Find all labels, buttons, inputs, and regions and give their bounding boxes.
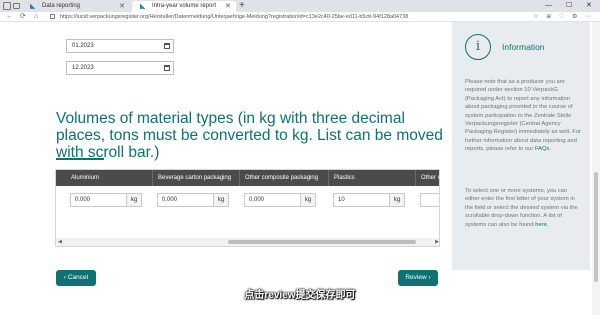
unit-label: kg [389,193,405,207]
end-date-value: 12.2023 [72,65,94,71]
end-date-field[interactable]: 12.2023 [66,61,174,75]
browser-toolbar-icons[interactable]: ☆ ⊕ ♡ ⚙ ⋯ [533,12,594,22]
window-menu-icon[interactable] [3,2,11,10]
info-paragraph-systems: To select one or more systems, you can e… [465,188,578,228]
maximize-button[interactable]: ☐ [566,0,572,12]
column-header-aluminium: Aluminium [71,175,100,181]
start-date-field[interactable]: 01.2023 [66,39,174,53]
cancel-button[interactable]: ‹ Cancel [56,270,96,286]
systems-list-link[interactable]: here [535,222,547,228]
video-subtitle: 点击review提交保存即可 [244,290,356,301]
calendar-icon[interactable] [164,43,170,49]
unit-label: kg [300,193,316,207]
beverage-carton-input[interactable]: 0.000 [157,193,214,207]
site-favicon-icon: ◣ [140,3,146,10]
table-horizontal-scrollbar[interactable]: ◀ ▶ [56,238,439,246]
title-underline [56,158,104,160]
other-composite-input[interactable]: 0.000 [244,193,301,207]
browser-tab-bar: ◣ Data reporting ✕ ◣ Intra-year volume r… [0,0,600,12]
scrollbar-thumb[interactable] [228,240,416,244]
other-materials-input[interactable] [420,193,439,207]
lock-icon [50,14,55,19]
browser-tab-data-reporting[interactable]: ◣ Data reporting ✕ [22,1,130,12]
column-header-plastics: Plastics [328,170,416,186]
info-paragraph-reporting: Please note that as a producer you are r… [465,79,581,153]
page-vertical-scrollbar[interactable] [592,22,600,315]
aluminium-input[interactable]: 0.000 [70,193,127,207]
tab-close-icon[interactable]: ✕ [225,1,231,12]
scroll-right-icon[interactable]: ▶ [435,238,439,246]
home-icon[interactable]: ⌂ [34,12,38,22]
tab-actions-icon[interactable] [13,3,20,9]
start-date-value: 01.2023 [72,43,94,49]
faqs-link[interactable]: FAQs [535,146,550,152]
review-button[interactable]: Review › [398,270,438,286]
back-icon[interactable]: ← [6,12,13,22]
close-window-button[interactable]: ✕ [586,0,592,12]
site-favicon-icon: ◣ [30,3,36,10]
refresh-icon[interactable]: ⟳ [20,12,26,22]
section-title: Volumes of material types (in kg with th… [56,110,443,161]
unit-label: kg [213,193,229,207]
new-tab-button[interactable]: + [239,0,245,11]
tab-label: Intra-year volume report [152,3,217,9]
scroll-left-icon[interactable]: ◀ [58,238,62,246]
calendar-icon[interactable] [164,65,170,71]
tab-close-icon[interactable]: ✕ [119,1,125,12]
table-header: Aluminium Beverage carton packaging Othe… [56,170,439,186]
address-bar: ← ⟳ ⌂ https://lucid.verpackungsregister.… [0,12,600,22]
page-scrollbar-thumb[interactable] [594,172,598,282]
info-title: Information [502,42,545,52]
minimize-button[interactable]: — [545,0,552,12]
unit-label: kg [126,193,142,207]
column-header-beverage-carton: Beverage carton packaging [152,170,240,186]
url-field[interactable]: https://lucid.verpackungsregister.org/He… [60,12,408,22]
info-icon: i [465,34,491,60]
information-panel: i Information Please note that as a prod… [452,22,590,270]
browser-tab-intra-year-volume-report[interactable]: ◣ Intra-year volume report ✕ [132,1,236,12]
column-header-other-materials: Other m [415,170,439,186]
tab-label: Data reporting [42,3,81,9]
plastics-input[interactable]: 10 [333,193,390,207]
column-header-other-composite: Other composite packaging [239,170,329,186]
material-volumes-table: Aluminium Beverage carton packaging Othe… [55,169,440,247]
